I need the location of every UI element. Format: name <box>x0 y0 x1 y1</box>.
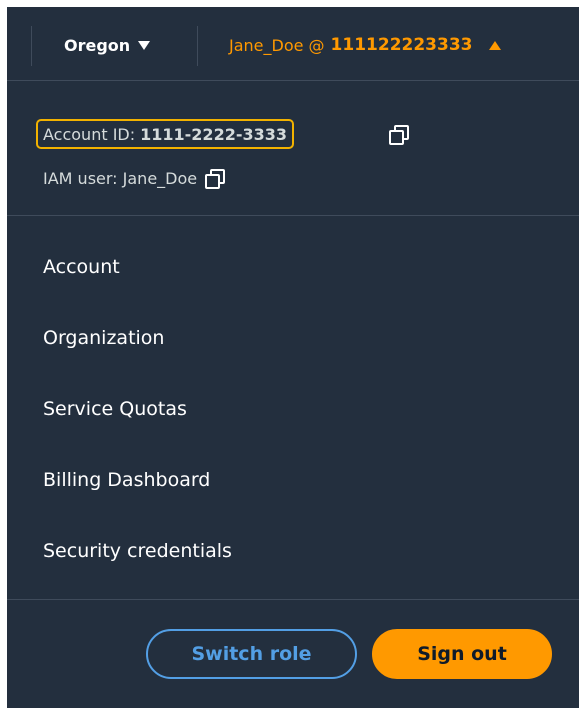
switch-role-button[interactable]: Switch role <box>146 629 357 679</box>
region-label: Oregon <box>64 35 131 55</box>
user-name: Jane_Doe @ <box>229 35 325 55</box>
account-menu-list: Account Organization Service Quotas Bill… <box>7 216 579 600</box>
nav-divider <box>31 26 32 66</box>
nav-divider <box>197 26 198 66</box>
menu-item-account[interactable]: Account <box>43 251 120 283</box>
account-id-highlight: Account ID: 1111-2222-3333 <box>36 119 294 149</box>
iam-user-text: IAM user: Jane_Doe <box>43 168 198 188</box>
region-selector[interactable]: Oregon <box>64 34 151 56</box>
copy-iam-user-icon[interactable] <box>205 169 226 189</box>
iam-user-row: IAM user: Jane_Doe <box>43 166 226 190</box>
copy-icon-front <box>205 174 221 189</box>
account-id-label: Account ID: <box>43 124 136 144</box>
caret-up-icon <box>488 40 501 50</box>
account-dropdown-panel: Oregon Jane_Doe @ 111122223333 Account I… <box>7 7 579 708</box>
caret-down-icon <box>138 40 151 50</box>
top-navigation-bar: Oregon Jane_Doe @ 111122223333 <box>7 7 579 81</box>
menu-item-security-credentials[interactable]: Security credentials <box>43 535 232 567</box>
copy-icon-front <box>389 130 404 145</box>
menu-item-service-quotas[interactable]: Service Quotas <box>43 393 187 425</box>
menu-item-billing-dashboard[interactable]: Billing Dashboard <box>43 464 210 496</box>
account-number: 111122223333 <box>330 35 473 55</box>
sign-out-button[interactable]: Sign out <box>372 629 552 679</box>
copy-account-id-icon[interactable] <box>389 125 409 145</box>
account-menu-toggle[interactable]: Jane_Doe @ 111122223333 <box>229 34 501 56</box>
menu-item-organization[interactable]: Organization <box>43 322 164 354</box>
account-info-section: Account ID: 1111-2222-3333 IAM user: Jan… <box>7 81 579 216</box>
account-id-value: 1111-2222-3333 <box>140 124 287 144</box>
